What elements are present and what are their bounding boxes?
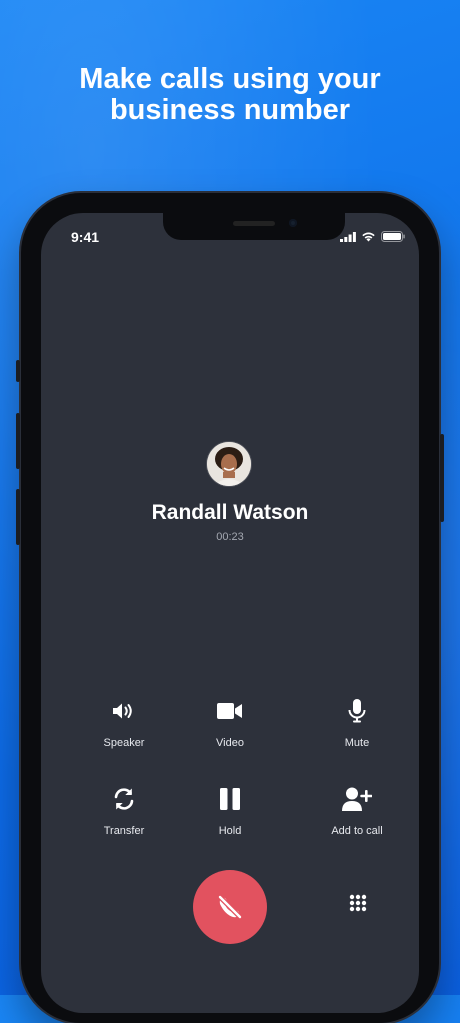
front-camera: [289, 219, 297, 227]
volume-up-button: [16, 413, 20, 469]
add-to-call-button[interactable]: Add to call: [302, 785, 412, 837]
headline-line-2: business number: [109, 94, 351, 126]
dialpad-icon: [349, 894, 367, 912]
microphone-icon: [348, 699, 366, 723]
status-icons: [340, 231, 405, 242]
notch: [163, 213, 345, 240]
hold-label: Hold: [218, 825, 242, 837]
headline-line-1: Make calls using your: [79, 63, 381, 95]
speaker-button[interactable]: Speaker: [69, 697, 179, 749]
status-time: 9:41: [71, 229, 100, 245]
hold-button[interactable]: Hold: [175, 785, 285, 837]
silent-switch: [16, 360, 20, 382]
phone-frame: 9:41 Randall Watson 00:23 Speaker Video …: [16, 193, 444, 1023]
earpiece: [233, 221, 275, 226]
pause-icon: [220, 788, 240, 810]
transfer-icon: [114, 788, 134, 810]
call-duration: 00:23: [216, 531, 244, 543]
battery-icon: [381, 231, 405, 242]
caller-avatar: [207, 442, 251, 486]
video-camera-icon: [217, 703, 242, 719]
video-button[interactable]: Video: [175, 697, 285, 749]
power-button: [440, 434, 444, 522]
video-label: Video: [216, 737, 244, 749]
end-call-button[interactable]: [193, 870, 267, 944]
speaker-label: Speaker: [103, 737, 145, 749]
volume-down-button: [16, 489, 20, 545]
add-person-icon: [342, 787, 372, 811]
mute-button[interactable]: Mute: [302, 697, 412, 749]
transfer-button[interactable]: Transfer: [69, 785, 179, 837]
end-call-icon: [217, 894, 243, 920]
speaker-icon: [113, 703, 132, 719]
promo-headline: Make calls using your business number: [0, 64, 460, 126]
caller-name: Randall Watson: [151, 501, 309, 524]
cellular-signal-icon: [340, 231, 356, 242]
mute-label: Mute: [344, 737, 370, 749]
call-screen: 9:41 Randall Watson 00:23 Speaker Video …: [41, 213, 419, 1013]
wifi-icon: [362, 232, 375, 242]
transfer-label: Transfer: [103, 825, 145, 837]
add-to-call-label: Add to call: [331, 825, 383, 837]
dialpad-button[interactable]: [346, 891, 370, 915]
